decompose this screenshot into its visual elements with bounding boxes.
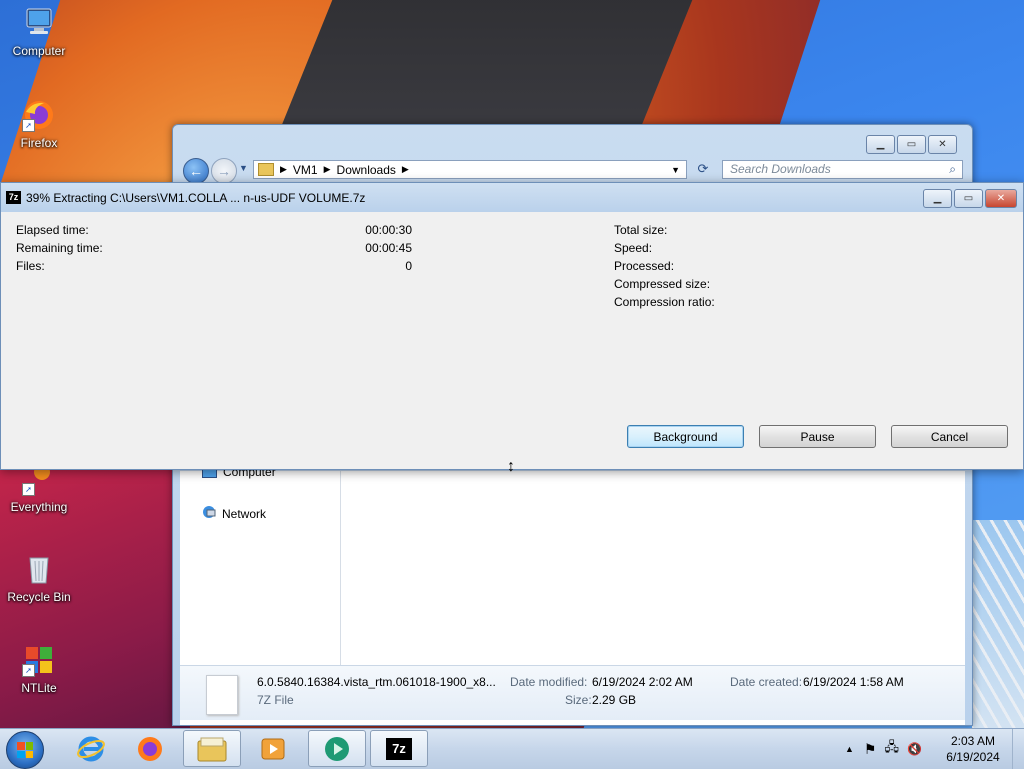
show-desktop-button[interactable] <box>1012 729 1024 769</box>
forward-button[interactable]: → <box>211 158 237 184</box>
desktop-icon-label: NTLite <box>21 681 57 695</box>
background-button[interactable]: Background <box>627 425 744 448</box>
recent-pages-dropdown-icon[interactable]: ▼ <box>239 163 248 173</box>
start-button[interactable] <box>6 731 44 769</box>
processed-label: Processed: <box>614 259 675 273</box>
compressed-size-label: Compressed size: <box>614 277 711 291</box>
file-thumbnail-icon <box>206 675 238 715</box>
firefox-icon <box>138 736 162 761</box>
clock-time: 2:03 AM <box>950 734 996 748</box>
date-created-label: Date created: <box>730 675 803 689</box>
search-placeholder: Search Downloads <box>730 162 831 176</box>
action-center-flag-icon[interactable]: ⚑ <box>864 741 877 758</box>
address-bar[interactable]: ▶ VM1 ▶ Downloads ▶ ▼ <box>253 160 687 179</box>
desktop-icon-computer[interactable]: Computer <box>1 6 77 58</box>
breadcrumb-item-downloads[interactable]: Downloads <box>337 163 396 177</box>
internet-explorer-icon <box>77 736 105 761</box>
firefox-icon: ➚ <box>22 98 56 132</box>
elapsed-time-value: 00:00:30 <box>365 223 412 237</box>
breadcrumb-separator-icon: ▶ <box>323 164 331 174</box>
date-created-value: 6/19/2024 1:58 AM <box>803 675 904 689</box>
remaining-time-label: Remaining time: <box>16 241 103 255</box>
taskbar-windows-explorer[interactable] <box>183 730 241 767</box>
media-player-icon <box>261 738 285 759</box>
close-button[interactable]: ✕ <box>928 135 957 154</box>
shortcut-arrow-icon: ➚ <box>22 119 35 132</box>
dialog-title: 39% Extracting C:\Users\VM1.COLLA ... n-… <box>26 191 366 205</box>
nav-item-label: Network <box>222 506 267 521</box>
shortcut-arrow-icon: ➚ <box>22 483 35 496</box>
speed-label: Speed: <box>614 241 653 255</box>
file-name: 6.0.5840.16384.vista_rtm.061018-1900_x8.… <box>257 675 496 689</box>
7zip-icon: 7z <box>6 191 21 204</box>
size-label: Size: <box>565 693 592 707</box>
total-size-label: Total size: <box>614 223 668 237</box>
desktop-icon-label: Recycle Bin <box>7 590 71 604</box>
dialog-title-bar[interactable]: 7z 39% Extracting C:\Users\VM1.COLLA ...… <box>1 183 1023 212</box>
desktop-icon-label: Everything <box>10 500 68 514</box>
maximize-button[interactable]: ▭ <box>954 189 983 208</box>
file-type: 7Z File <box>257 693 294 707</box>
navigation-pane: Computer Network <box>180 465 341 665</box>
taskbar: 7z ▲ ⚑ 🖧 🔇 2:03 AM 6/19/2024 <box>0 728 1024 769</box>
notification-area: ▲ ⚑ 🖧 🔇 <box>845 729 922 769</box>
size-value: 2.29 GB <box>592 693 637 707</box>
explorer-icon <box>197 737 227 761</box>
files-value: 0 <box>405 259 412 273</box>
system-clock[interactable]: 2:03 AM 6/19/2024 <box>938 733 1008 765</box>
taskbar-internet-explorer[interactable] <box>62 730 120 767</box>
nav-item-network[interactable]: Network <box>202 505 266 522</box>
close-button[interactable]: ✕ <box>985 189 1017 208</box>
maximize-button[interactable]: ▭ <box>897 135 926 154</box>
desktop-icon-recycle-bin[interactable]: Recycle Bin <box>1 552 77 604</box>
network-tray-icon[interactable]: 🖧 <box>884 738 899 760</box>
volume-muted-icon[interactable]: 🔇 <box>907 742 922 756</box>
recycle-bin-icon <box>22 552 56 586</box>
address-dropdown-icon[interactable]: ▼ <box>671 165 680 175</box>
7zip-icon: 7z <box>386 737 412 760</box>
compression-ratio-label: Compression ratio: <box>614 295 715 309</box>
show-hidden-icons-icon[interactable]: ▲ <box>845 744 854 754</box>
ntlite-icon: ➚ <box>22 643 56 677</box>
clock-date: 6/19/2024 <box>946 750 1000 764</box>
desktop-icon-firefox[interactable]: ➚ Firefox <box>1 98 77 150</box>
date-modified-label: Date modified: <box>510 675 588 689</box>
files-label: Files: <box>16 259 45 273</box>
forward-arrow-icon: → <box>217 163 231 179</box>
folder-icon <box>258 163 274 176</box>
network-icon <box>202 505 216 522</box>
refresh-icon[interactable]: ⟳ <box>693 161 713 178</box>
explorer-content: Computer Network 6.0.5840.16384.vista_rt… <box>180 465 965 725</box>
back-arrow-icon: ← <box>189 163 203 179</box>
dialog-window-controls: ▁ ▭ ✕ <box>923 189 1017 208</box>
breadcrumb-separator-icon: ▶ <box>401 164 409 174</box>
taskbar-firefox[interactable] <box>121 730 179 767</box>
desktop-icon-label: Computer <box>12 44 66 58</box>
search-input[interactable]: Search Downloads ⌕ <box>722 160 963 179</box>
taskbar-7zip[interactable]: 7z <box>370 730 428 767</box>
remaining-time-value: 00:00:45 <box>365 241 412 255</box>
cancel-button[interactable]: Cancel <box>891 425 1008 448</box>
taskbar-green-app[interactable] <box>308 730 366 767</box>
breadcrumb-item-vm1[interactable]: VM1 <box>293 163 318 177</box>
extraction-progress-dialog: 7z 39% Extracting C:\Users\VM1.COLLA ...… <box>0 182 1024 470</box>
desktop-icon-label: Firefox <box>20 136 58 150</box>
elapsed-time-label: Elapsed time: <box>16 223 89 237</box>
resize-cursor-icon: ↕ <box>507 458 515 475</box>
explorer-window-controls: ▁ ▭ ✕ <box>866 135 957 154</box>
minimize-button[interactable]: ▁ <box>923 189 952 208</box>
minimize-button[interactable]: ▁ <box>866 135 895 154</box>
desktop-icon-ntlite[interactable]: ➚ NTLite <box>1 643 77 695</box>
computer-icon <box>22 6 56 40</box>
pause-button[interactable]: Pause <box>759 425 876 448</box>
taskbar-media-player[interactable] <box>244 730 302 767</box>
date-modified-value: 6/19/2024 2:02 AM <box>592 675 693 689</box>
shortcut-arrow-icon: ➚ <box>22 664 35 677</box>
windows-logo-icon <box>17 742 33 758</box>
breadcrumb-separator-icon: ▶ <box>280 164 287 174</box>
back-button[interactable]: ← <box>183 158 209 184</box>
search-icon: ⌕ <box>949 162 956 176</box>
details-pane: 6.0.5840.16384.vista_rtm.061018-1900_x8.… <box>180 665 965 720</box>
green-app-icon <box>325 736 349 761</box>
